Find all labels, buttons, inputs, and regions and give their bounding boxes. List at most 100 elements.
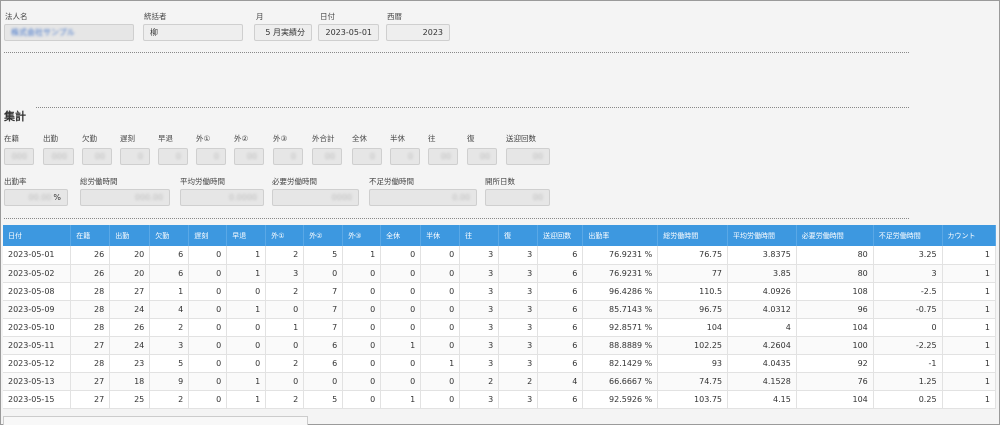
summary-value-field[interactable]: 00.00% (4, 189, 68, 206)
table-cell: 6 (149, 264, 190, 283)
summary-value-field[interactable]: 0 (352, 148, 382, 165)
column-header[interactable]: 外③ (342, 225, 382, 246)
table-cell: 27 (70, 390, 111, 409)
column-header[interactable]: 必要労働時間 (796, 225, 874, 246)
column-header[interactable]: 全休 (380, 225, 422, 246)
table-cell: 0 (380, 372, 422, 391)
column-header[interactable]: 往 (459, 225, 500, 246)
column-header[interactable]: 欠勤 (149, 225, 190, 246)
table-cell: 27 (70, 372, 111, 391)
table-cell: 2023-05-15 (3, 390, 72, 409)
summary-value-field[interactable]: 00 (312, 148, 342, 165)
table-cell: 85.7143 % (582, 300, 659, 319)
summary-value-field[interactable]: 0.00 (369, 189, 477, 206)
month-field[interactable]: 5 月実績分 (254, 24, 312, 41)
supervisor-label: 統括者 (144, 12, 167, 21)
table-cell: 0 (420, 282, 461, 301)
table-cell: 0 (188, 300, 228, 319)
column-header[interactable]: 日付 (3, 225, 72, 246)
table-cell: 1 (942, 372, 997, 391)
table-cell: 80 (796, 246, 874, 265)
table-cell: 6 (537, 318, 584, 337)
table-cell: 2023-05-12 (3, 354, 72, 373)
column-header[interactable]: 総労働時間 (657, 225, 729, 246)
column-header[interactable]: カウント (942, 225, 997, 246)
summary-value-field[interactable]: 00 (234, 148, 264, 165)
table-row[interactable]: 2023-05-10 28 26 2 0 0 1 7 0 0 0 3 3 6 92.8571 % 104 4 10… (3, 318, 997, 337)
column-header[interactable]: 送迎回数 (537, 225, 584, 246)
table-cell: 26 (70, 264, 111, 283)
table-cell: 0 (265, 300, 305, 319)
summary-value-field[interactable]: 000.00 (80, 189, 170, 206)
summary-value-field[interactable]: 00 (82, 148, 112, 165)
table-cell: 0 (342, 300, 382, 319)
summary-value-field[interactable]: 00 (467, 148, 497, 165)
column-header[interactable]: 在籍 (70, 225, 111, 246)
table-row[interactable]: 2023-05-02 26 20 6 0 1 3 0 0 0 0 3 3 6 76.9231 % 77 3.85… (3, 264, 997, 283)
summary-value-field[interactable]: 00 (506, 148, 550, 165)
table-cell: 76.75 (657, 246, 729, 265)
summary-value-field[interactable]: 0 (390, 148, 420, 165)
summary-value-field[interactable]: 0.0000 (180, 189, 264, 206)
table-cell: 3 (459, 264, 500, 283)
table-cell: 20 (109, 264, 151, 283)
summary-value-field[interactable]: 000 (4, 148, 34, 165)
supervisor-field[interactable]: 柳 (143, 24, 243, 41)
summary-value-field[interactable]: 0 (273, 148, 303, 165)
summary-value-field[interactable]: 000 (43, 148, 74, 165)
table-cell: 4 (727, 318, 797, 337)
column-header[interactable]: 半休 (420, 225, 461, 246)
table-cell: 4.1528 (727, 372, 797, 391)
table-cell: 4.15 (727, 390, 797, 409)
summary-value-field[interactable]: 0 (120, 148, 150, 165)
summary-value-field[interactable]: 00 (485, 189, 550, 206)
table-cell: 3.25 (873, 246, 943, 265)
table-cell: 0 (342, 372, 382, 391)
column-header[interactable]: 出勤 (109, 225, 151, 246)
summary-label: 外合計 (312, 134, 335, 143)
column-header[interactable]: 出勤率 (582, 225, 659, 246)
table-cell: 3 (459, 318, 500, 337)
column-header[interactable]: 遅刻 (188, 225, 228, 246)
table-cell: 1 (380, 336, 422, 355)
summary-label: 外① (196, 134, 211, 143)
table-body: 2023-05-01 26 20 6 0 1 2 5 1 0 0 3 3 6 76.9231 % 76.75 3… (3, 246, 997, 409)
summary-label: 外③ (273, 134, 288, 143)
attendance-table: 日付 在籍 出勤 欠勤 遅刻 早退 外① 外② 外③ 全休 半休往復送迎回数 出勤率 総労働時間 平均労働… (3, 225, 997, 409)
table-cell: 0 (303, 372, 344, 391)
bottom-scroll-panel[interactable] (3, 416, 308, 425)
table-row[interactable]: 2023-05-11 27 24 3 0 0 0 6 0 1 0 3 3 6 88.8889 % 102.25… (3, 336, 997, 355)
column-header[interactable]: 不足労働時間 (873, 225, 943, 246)
column-header[interactable]: 外① (265, 225, 305, 246)
table-cell: 26 (109, 318, 151, 337)
column-header[interactable]: 復 (498, 225, 539, 246)
table-cell: 0 (342, 354, 382, 373)
column-header[interactable]: 平均労働時間 (727, 225, 797, 246)
summary-label: 必要労働時間 (272, 177, 317, 186)
month-label: 月 (256, 12, 264, 21)
table-cell: 0 (188, 318, 228, 337)
table-row[interactable]: 2023-05-01 26 20 6 0 1 2 5 1 0 0 3 3 6 76.9231 % 76.75 3… (3, 246, 997, 265)
summary-value-field[interactable]: 0 (196, 148, 226, 165)
table-cell: 3.85 (727, 264, 797, 283)
date-field[interactable]: 2023-05-01 (318, 24, 379, 41)
summary-value-field[interactable]: 0000 (272, 189, 359, 206)
table-row[interactable]: 2023-05-12 28 23 5 0 0 2 6 0 0 1 3 3 6 82.1429 % 93 4.04… (3, 354, 997, 373)
table-cell: 3 (498, 390, 539, 409)
table-row[interactable]: 2023-05-13 27 18 9 0 1 0 0 0 0 0 2 2 4 66.6667 % 74.75 4… (3, 372, 997, 391)
year-field[interactable]: 2023 (386, 24, 450, 41)
table-row[interactable]: 2023-05-15 27 25 2 0 1 2 5 0 1 0 3 3 6 92.5926 % 103.75… (3, 390, 997, 409)
table-row[interactable]: 2023-05-09 28 24 4 0 1 0 7 0 0 0 3 3 6 85.7143 % 96.75 4… (3, 300, 997, 319)
corp-name-field[interactable]: 株式会社サンプル (4, 24, 134, 41)
table-cell: 0 (188, 336, 228, 355)
column-header[interactable]: 早退 (226, 225, 267, 246)
summary-divider (36, 107, 909, 108)
table-row[interactable]: 2023-05-08 28 27 1 0 0 2 7 0 0 0 3 3 6 96.4286 % 110.5 4… (3, 282, 997, 301)
column-header[interactable]: 外② (303, 225, 344, 246)
summary-value-field[interactable]: 0 (158, 148, 188, 165)
table-cell: 18 (109, 372, 151, 391)
summary-value-field[interactable]: 00 (428, 148, 458, 165)
table-cell: 2023-05-01 (3, 246, 72, 265)
summary-label: 出勤率 (4, 177, 27, 186)
table-cell: 1 (226, 390, 267, 409)
